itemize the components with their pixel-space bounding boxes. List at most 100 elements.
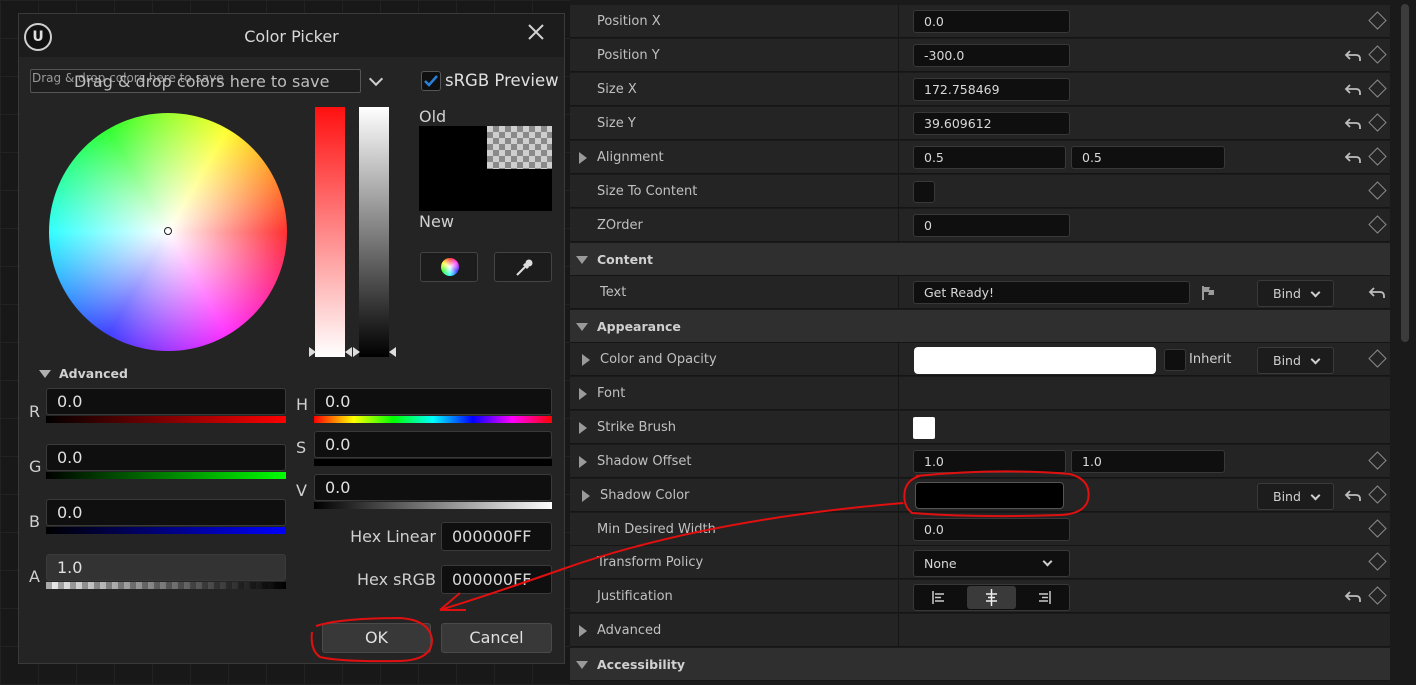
position-x-field[interactable]: 0.0 [913, 10, 1070, 33]
advanced-collapse-icon[interactable] [39, 370, 51, 378]
section-content[interactable]: Content [570, 243, 1390, 276]
keyframe-diamond-icon[interactable] [1368, 147, 1387, 166]
collapse-arrow-icon[interactable] [576, 661, 588, 669]
b-field[interactable]: 0.0 [46, 499, 286, 526]
hex-srgb-field[interactable]: 000000FF [441, 565, 552, 594]
keyframe-diamond-icon[interactable] [1368, 519, 1387, 538]
size-y-field[interactable]: 39.609612 [913, 112, 1070, 135]
shadow-color-swatch[interactable] [915, 482, 1064, 509]
inherit-checkbox[interactable] [1164, 349, 1186, 371]
keyframe-diamond-icon[interactable] [1368, 181, 1387, 200]
hex-linear-field[interactable]: 000000FF [441, 522, 552, 551]
reset-arrow-icon[interactable] [1344, 487, 1362, 505]
justify-left-button[interactable] [916, 586, 965, 609]
color-wheel-cursor[interactable] [164, 227, 172, 235]
row-shadow-color[interactable]: Shadow Color Bind [570, 479, 1390, 512]
keyframe-diamond-icon[interactable] [1368, 215, 1387, 234]
shadow-offset-y-field[interactable]: 1.0 [1071, 450, 1225, 473]
reset-arrow-icon[interactable] [1344, 588, 1362, 606]
expand-arrow-icon[interactable] [579, 625, 587, 637]
h-slider[interactable] [314, 416, 552, 423]
keyframe-diamond-icon[interactable] [1368, 349, 1387, 368]
reset-arrow-icon[interactable] [1368, 284, 1386, 302]
expand-arrow-icon[interactable] [582, 490, 590, 502]
s-slider[interactable] [314, 459, 552, 466]
expand-arrow-icon[interactable] [579, 152, 587, 164]
keyframe-diamond-icon[interactable] [1368, 79, 1387, 98]
transform-policy-dropdown[interactable]: None [913, 550, 1070, 577]
g-field[interactable]: 0.0 [46, 444, 286, 471]
row-shadow-offset[interactable]: Shadow Offset 1.0 1.0 [570, 445, 1390, 478]
justify-center-button[interactable] [967, 586, 1016, 609]
slider-marker-icon[interactable] [389, 347, 396, 357]
eyedropper-button[interactable] [494, 252, 552, 282]
srgb-preview-checkbox[interactable] [421, 71, 441, 91]
themes-dropdown-chevron-icon[interactable] [368, 71, 384, 87]
shadow-offset-x-field[interactable]: 1.0 [913, 450, 1066, 473]
position-y-field[interactable]: -300.0 [913, 44, 1070, 67]
slider-marker-icon[interactable] [309, 347, 316, 357]
close-icon[interactable] [524, 20, 548, 44]
alignment-y-field[interactable]: 0.5 [1071, 146, 1225, 169]
a-field[interactable]: 1.0 [46, 554, 286, 581]
a-slider[interactable] [46, 582, 286, 589]
row-alignment[interactable]: Alignment 0.5 0.5 [570, 141, 1390, 174]
reset-arrow-icon[interactable] [1344, 47, 1362, 65]
details-scrollbar-thumb[interactable] [1401, 4, 1409, 342]
value-slider[interactable] [359, 107, 389, 357]
size-x-field[interactable]: 172.758469 [913, 78, 1070, 101]
expand-arrow-icon[interactable] [582, 354, 590, 366]
keyframe-diamond-icon[interactable] [1368, 113, 1387, 132]
keyframe-diamond-icon[interactable] [1368, 451, 1387, 470]
section-accessibility[interactable]: Accessibility [570, 648, 1390, 681]
r-slider[interactable] [46, 416, 286, 423]
localization-flag-icon[interactable] [1200, 284, 1218, 302]
keyframe-diamond-icon[interactable] [1368, 552, 1387, 571]
expand-arrow-icon[interactable] [579, 422, 587, 434]
color-opacity-swatch[interactable] [914, 347, 1156, 374]
b-slider[interactable] [46, 527, 286, 534]
expand-arrow-icon[interactable] [579, 456, 587, 468]
keyframe-diamond-icon[interactable] [1368, 45, 1387, 64]
collapse-arrow-icon[interactable] [576, 323, 588, 331]
row-color-opacity[interactable]: Color and Opacity Inherit Bind [570, 343, 1390, 376]
section-appearance[interactable]: Appearance [570, 310, 1390, 343]
row-font[interactable]: Font [570, 377, 1390, 410]
strike-brush-swatch[interactable] [913, 417, 935, 439]
s-field[interactable]: 0.0 [314, 431, 552, 458]
color-wheel-mode-button[interactable] [420, 252, 478, 282]
color-themes-bar[interactable]: Drag & drop colors here to save Drag & d… [30, 69, 361, 93]
row-advanced[interactable]: Advanced [570, 614, 1390, 647]
cancel-button[interactable]: Cancel [441, 623, 552, 653]
justify-right-button[interactable] [1018, 586, 1067, 609]
shadow-bind-button[interactable]: Bind [1257, 483, 1334, 510]
keyframe-diamond-icon[interactable] [1368, 586, 1387, 605]
min-desired-width-field[interactable]: 0.0 [913, 518, 1070, 541]
color-bind-button[interactable]: Bind [1257, 347, 1334, 374]
reset-arrow-icon[interactable] [1344, 115, 1362, 133]
row-min-desired-width: Min Desired Width 0.0 [570, 513, 1390, 546]
size-to-content-checkbox[interactable] [913, 181, 935, 203]
keyframe-diamond-icon[interactable] [1368, 485, 1387, 504]
g-slider[interactable] [46, 472, 286, 479]
reset-arrow-icon[interactable] [1344, 149, 1362, 167]
text-field[interactable]: Get Ready! [913, 281, 1190, 304]
unreal-logo-icon: U [24, 23, 52, 51]
expand-arrow-icon[interactable] [579, 388, 587, 400]
color-picker-titlebar[interactable]: Color Picker U [19, 14, 564, 57]
text-bind-button[interactable]: Bind [1257, 280, 1334, 307]
reset-arrow-icon[interactable] [1344, 81, 1362, 99]
v-slider[interactable] [314, 502, 552, 509]
slider-marker-icon[interactable] [345, 347, 352, 357]
zorder-field[interactable]: 0 [913, 214, 1070, 237]
keyframe-diamond-icon[interactable] [1368, 11, 1387, 30]
saturation-slider[interactable] [315, 107, 345, 357]
slider-marker-icon[interactable] [353, 347, 360, 357]
ok-button[interactable]: OK [322, 623, 431, 653]
alignment-x-field[interactable]: 0.5 [913, 146, 1066, 169]
v-field[interactable]: 0.0 [314, 474, 552, 501]
row-strike-brush[interactable]: Strike Brush [570, 411, 1390, 444]
collapse-arrow-icon[interactable] [576, 256, 588, 264]
h-field[interactable]: 0.0 [314, 388, 552, 415]
r-field[interactable]: 0.0 [46, 388, 286, 415]
